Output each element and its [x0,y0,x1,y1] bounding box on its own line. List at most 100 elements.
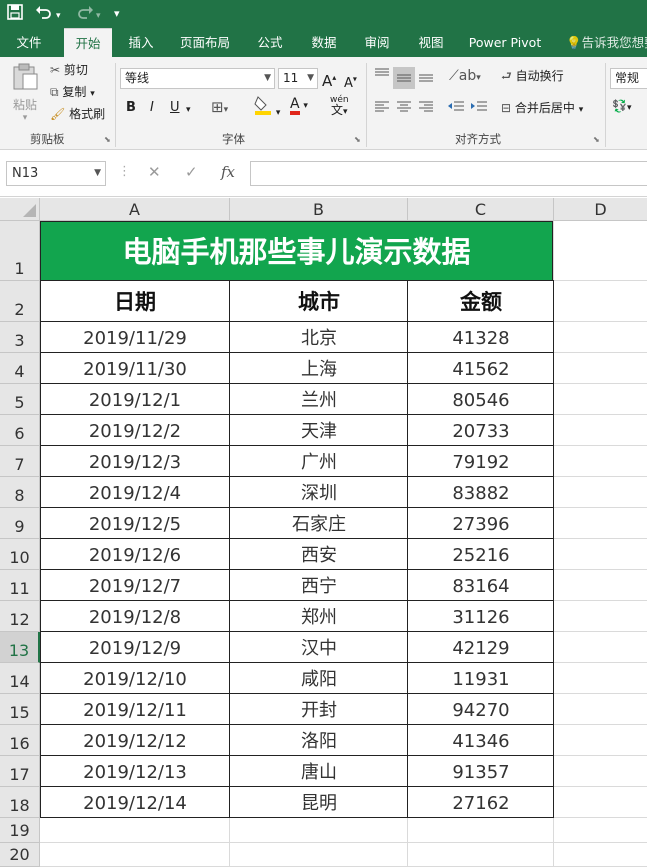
underline-dropdown-icon[interactable]: ▾ [186,101,191,119]
cut-button[interactable]: ✂ 剪切 [50,61,88,79]
accounting-format-button[interactable]: 💱▾ [612,97,631,117]
align-center-button[interactable] [396,99,412,120]
middle-align-button[interactable] [393,67,415,89]
fill-color-button[interactable]: ▾ [254,95,280,122]
redo-dropdown-icon[interactable]: ▾ [96,7,101,25]
row-header[interactable]: 5 [0,384,40,415]
bold-button[interactable]: B [126,99,136,117]
tab-page-layout[interactable]: 页面布局 [174,28,236,57]
row-header[interactable]: 16 [0,725,40,756]
date-cell[interactable]: 2019/12/12 [40,725,230,756]
row-header[interactable]: 1 [0,221,40,281]
row-header[interactable]: 20 [0,843,40,867]
amount-cell[interactable]: 31126 [408,601,554,632]
phonetic-button[interactable]: wén 文▾ [330,95,349,117]
number-format-combo[interactable]: 常规 [610,68,647,89]
tab-view[interactable]: 视图 [410,28,452,57]
tab-file[interactable]: 文件 [8,28,50,57]
city-cell[interactable]: 北京 [230,322,408,353]
city-cell[interactable]: 深圳 [230,477,408,508]
orientation-button[interactable]: ⟋ab▾ [449,67,481,87]
enter-icon[interactable]: ✓ [185,163,198,181]
date-cell[interactable]: 2019/11/29 [40,322,230,353]
row-header[interactable]: 13 [0,632,40,663]
date-cell[interactable]: 2019/11/30 [40,353,230,384]
row-header[interactable]: 18 [0,787,40,818]
date-cell[interactable]: 2019/12/14 [40,787,230,818]
tell-me-box[interactable]: 💡告诉我您想要 [566,28,647,57]
decrease-font-size-button[interactable]: A▾ [344,71,357,93]
row-header[interactable]: 10 [0,539,40,570]
column-header-d[interactable]: D [554,198,647,221]
tab-power-pivot[interactable]: Power Pivot [464,28,546,57]
tab-insert[interactable]: 插入 [120,28,162,57]
city-cell[interactable]: 唐山 [230,756,408,787]
formula-input[interactable] [250,161,647,186]
amount-cell[interactable]: 11931 [408,663,554,694]
amount-cell[interactable]: 41328 [408,322,554,353]
city-cell[interactable]: 天津 [230,415,408,446]
underline-button[interactable]: U [170,99,180,117]
date-cell[interactable]: 2019/12/7 [40,570,230,601]
undo-dropdown-icon[interactable]: ▾ [56,7,61,25]
date-cell[interactable]: 2019/12/13 [40,756,230,787]
city-cell[interactable]: 昆明 [230,787,408,818]
font-color-button[interactable]: A ▾ [290,95,308,115]
header-amount[interactable]: 金额 [408,281,554,322]
city-cell[interactable]: 上海 [230,353,408,384]
copy-button[interactable]: ⧉ 复制 ▾ [50,83,95,103]
city-cell[interactable]: 西宁 [230,570,408,601]
font-size-combo[interactable]: 11 ▼ [278,68,318,89]
amount-cell[interactable]: 25216 [408,539,554,570]
amount-cell[interactable]: 41562 [408,353,554,384]
date-cell[interactable]: 2019/12/6 [40,539,230,570]
format-painter-button[interactable]: 🖌 格式刷 [50,105,105,123]
amount-cell[interactable]: 27162 [408,787,554,818]
increase-indent-button[interactable] [470,99,488,120]
city-cell[interactable]: 兰州 [230,384,408,415]
row-header[interactable]: 7 [0,446,40,477]
font-launcher-icon[interactable]: ⬊ [354,135,361,144]
cancel-icon[interactable]: ✕ [148,163,161,181]
align-right-button[interactable] [418,99,434,120]
header-date[interactable]: 日期 [40,281,230,322]
tab-home[interactable]: 开始 [64,28,112,57]
date-cell[interactable]: 2019/12/10 [40,663,230,694]
city-cell[interactable]: 洛阳 [230,725,408,756]
paste-button[interactable]: 粘贴 ▾ [8,63,42,123]
amount-cell[interactable]: 83164 [408,570,554,601]
row-header[interactable]: 14 [0,663,40,694]
font-name-combo[interactable]: 等线 ▼ [120,68,275,89]
increase-font-size-button[interactable]: A▴ [322,69,336,90]
date-cell[interactable]: 2019/12/8 [40,601,230,632]
save-icon[interactable] [7,4,23,24]
tab-formulas[interactable]: 公式 [250,28,290,57]
date-cell[interactable]: 2019/12/11 [40,694,230,725]
sheet-title-cell[interactable]: 电脑手机那些事儿演示数据 [40,221,553,281]
row-header[interactable]: 9 [0,508,40,539]
amount-cell[interactable]: 91357 [408,756,554,787]
merge-center-button[interactable]: ⊟ 合并后居中 ▾ [501,99,583,119]
city-cell[interactable]: 咸阳 [230,663,408,694]
top-align-button[interactable] [374,67,390,88]
amount-cell[interactable]: 83882 [408,477,554,508]
date-cell[interactable]: 2019/12/5 [40,508,230,539]
wrap-text-button[interactable]: ⮐ 自动换行 [501,67,564,85]
amount-cell[interactable]: 80546 [408,384,554,415]
date-cell[interactable]: 2019/12/2 [40,415,230,446]
row-header[interactable]: 6 [0,415,40,446]
decrease-indent-button[interactable] [447,99,465,120]
row-header[interactable]: 2 [0,281,40,322]
amount-cell[interactable]: 79192 [408,446,554,477]
row-header[interactable]: 4 [0,353,40,384]
name-box[interactable]: N13 ▼ [6,161,106,186]
date-cell[interactable]: 2019/12/4 [40,477,230,508]
city-cell[interactable]: 郑州 [230,601,408,632]
select-all-button[interactable] [0,198,40,221]
date-cell[interactable]: 2019/12/9 [40,632,230,663]
header-city[interactable]: 城市 [230,281,408,322]
city-cell[interactable]: 开封 [230,694,408,725]
amount-cell[interactable]: 42129 [408,632,554,663]
bottom-align-button[interactable] [418,67,434,88]
customize-icon[interactable]: ▾ [114,5,120,23]
